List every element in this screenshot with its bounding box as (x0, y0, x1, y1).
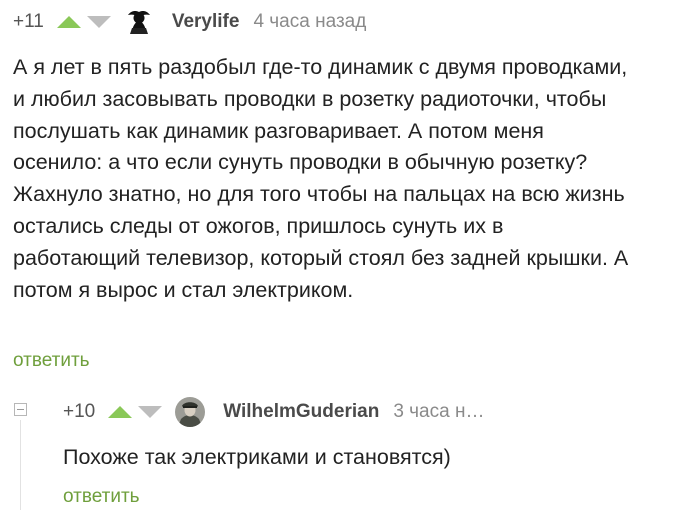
reply-button[interactable]: ответить (13, 350, 90, 372)
reply-timestamp: 3 часа н… (393, 401, 485, 422)
avatar[interactable] (123, 7, 154, 37)
upvote-arrow-icon[interactable] (107, 405, 133, 419)
comment-text-line: А я лет в пять раздобыл где-то динамик с… (13, 55, 628, 79)
upvote-arrow-icon[interactable] (56, 15, 82, 29)
reply-username[interactable]: WilhelmGuderian (223, 401, 379, 423)
reply-rating: +10 (63, 401, 96, 422)
reply-text: Похоже так электриками и становятся) (63, 445, 451, 469)
comment-text-line: и любил засовывать проводки в розетку ра… (13, 86, 607, 111)
thread-line (20, 420, 21, 510)
downvote-arrow-icon[interactable] (137, 405, 163, 419)
reply-header: +10 WilhelmGuderian 3 часа н… (63, 396, 484, 428)
reply-button[interactable]: ответить (63, 486, 140, 508)
comment-text-line: Жахнуло знатно, но для того чтобы на пал… (13, 182, 625, 207)
comment-text-line: осенило: а что если сунуть проводки в об… (13, 150, 588, 175)
comment-username[interactable]: Verylife (172, 11, 240, 33)
avatar[interactable] (175, 397, 206, 427)
comment-text-line: остались следы от ожогов, пришлось сунут… (13, 213, 504, 238)
comment-rating: +11 (13, 11, 44, 32)
comment-text-line: работающий телевизор, который стоял без … (13, 245, 629, 270)
comment-text-line: послушать как динамик разговаривает. А п… (13, 118, 544, 143)
comment-text-line: потом я вырос и стал электриком. (13, 277, 354, 302)
downvote-arrow-icon[interactable] (86, 15, 112, 29)
collapse-thread-icon[interactable] (14, 403, 27, 416)
comment-header: +11 Verylife 4 часа назад (13, 6, 366, 38)
comment-timestamp: 4 часа назад (253, 11, 367, 32)
comment-text: А я лет в пять раздобыл где-то динамик с… (13, 52, 697, 306)
